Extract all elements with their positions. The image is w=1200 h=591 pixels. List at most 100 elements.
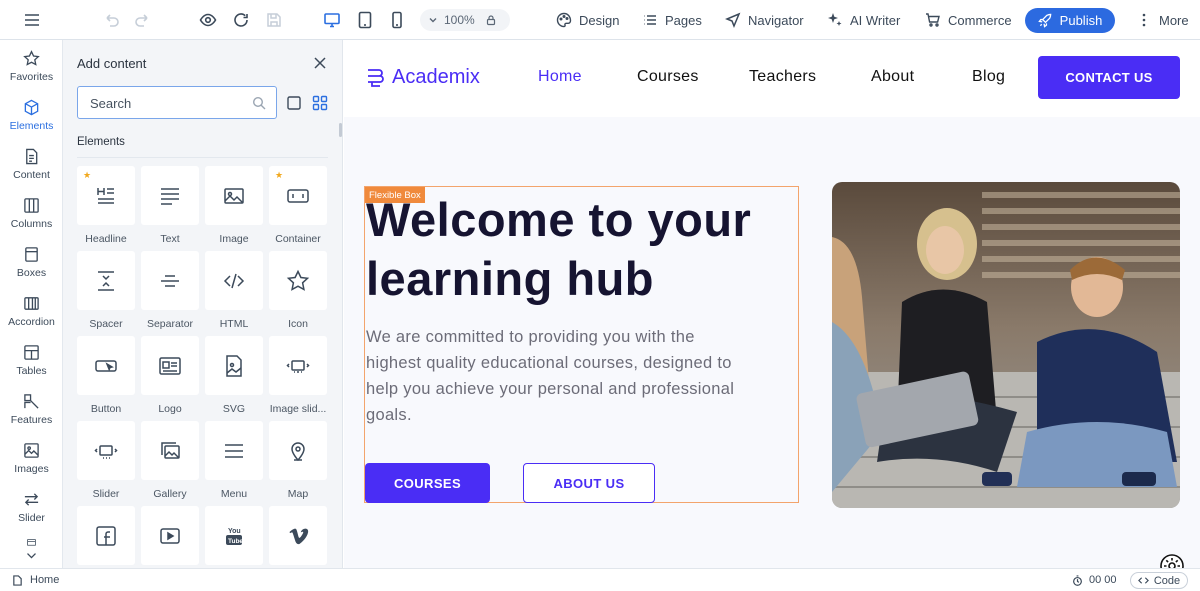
element-tile-slider[interactable]: Slider bbox=[77, 421, 135, 500]
element-tile-html[interactable]: HTML bbox=[205, 251, 263, 330]
editor-canvas[interactable]: Academix Home Courses Teachers About Blo… bbox=[344, 40, 1200, 568]
tile-label: Text bbox=[160, 233, 180, 245]
hero-title[interactable]: Welcome to your learning hub bbox=[366, 190, 796, 308]
search-box bbox=[77, 86, 277, 119]
save-icon[interactable] bbox=[263, 0, 285, 40]
element-tile-logo[interactable]: Logo bbox=[141, 336, 199, 415]
features-icon bbox=[24, 394, 39, 409]
more-menu[interactable]: More bbox=[1136, 0, 1189, 40]
video-icon bbox=[160, 527, 180, 544]
hero-text[interactable]: We are committed to providing you with t… bbox=[366, 324, 736, 428]
nav-about[interactable]: About bbox=[871, 68, 914, 86]
rail-item-tables[interactable]: Tables bbox=[0, 336, 63, 385]
element-tile-text[interactable]: Text bbox=[141, 166, 199, 245]
tile-label: Separator bbox=[146, 318, 194, 330]
preview-eye-icon[interactable] bbox=[197, 0, 219, 40]
rail-item-columns[interactable]: Columns bbox=[0, 189, 63, 238]
element-tile-youtube[interactable]: You Tube bbox=[205, 506, 263, 565]
svg-text:You: You bbox=[228, 528, 241, 535]
tile-box bbox=[141, 506, 199, 565]
redo-icon[interactable] bbox=[132, 0, 154, 40]
cube-icon bbox=[24, 99, 39, 116]
element-tile-container[interactable]: ★ Container bbox=[269, 166, 327, 245]
element-tile-facebook[interactable] bbox=[77, 506, 135, 565]
element-tile-image[interactable]: Image bbox=[205, 166, 263, 245]
commerce-menu[interactable]: Commerce bbox=[925, 0, 1012, 40]
tile-box bbox=[205, 251, 263, 310]
container-partial-icon bbox=[27, 539, 36, 546]
lock-icon[interactable] bbox=[485, 14, 497, 26]
element-tile-button[interactable]: Button bbox=[77, 336, 135, 415]
rail-item-boxes[interactable]: Boxes bbox=[0, 238, 63, 287]
site-logo[interactable]: Academix bbox=[366, 66, 480, 89]
element-tile-svg[interactable]: SVG bbox=[205, 336, 263, 415]
nav-home[interactable]: Home bbox=[538, 68, 582, 86]
code-icon bbox=[223, 273, 245, 288]
breadcrumb[interactable]: Home bbox=[12, 574, 59, 586]
element-tile-gallery[interactable]: Gallery bbox=[141, 421, 199, 500]
element-tile-vimeo[interactable] bbox=[269, 506, 327, 565]
rail-item-accordion[interactable]: Accordion bbox=[0, 287, 63, 336]
rail-item-features[interactable]: Features bbox=[0, 385, 63, 434]
tile-label: Map bbox=[287, 488, 309, 500]
close-icon[interactable] bbox=[313, 56, 327, 70]
nav-courses[interactable]: Courses bbox=[637, 68, 699, 86]
element-tile-map[interactable]: Map bbox=[269, 421, 327, 500]
nav-teachers[interactable]: Teachers bbox=[749, 68, 816, 86]
palette-icon bbox=[556, 12, 572, 28]
element-tile-icon[interactable]: Icon bbox=[269, 251, 327, 330]
tile-label: HTML bbox=[219, 318, 249, 330]
courses-button[interactable]: COURSES bbox=[365, 463, 490, 503]
nav-blog[interactable]: Blog bbox=[972, 68, 1005, 86]
divider bbox=[77, 157, 328, 158]
undo-icon[interactable] bbox=[100, 0, 122, 40]
logo-icon bbox=[159, 356, 181, 375]
rail-item-slider[interactable]: Slider bbox=[0, 483, 63, 532]
code-button[interactable]: Code bbox=[1130, 572, 1188, 589]
element-tile-spacer[interactable]: Spacer bbox=[77, 251, 135, 330]
rail-scroll-down[interactable] bbox=[0, 532, 63, 568]
refresh-icon[interactable] bbox=[230, 0, 252, 40]
ai-writer-label: AI Writer bbox=[850, 12, 901, 28]
rail-item-favorites[interactable]: Favorites bbox=[0, 42, 63, 91]
gear-icon[interactable] bbox=[1160, 554, 1184, 568]
rocket-icon bbox=[1037, 13, 1051, 28]
element-tile-menu[interactable]: Menu bbox=[205, 421, 263, 500]
ai-writer-menu[interactable]: AI Writer bbox=[827, 0, 900, 40]
separator-icon bbox=[161, 274, 179, 287]
tile-box bbox=[269, 251, 327, 310]
navigator-menu[interactable]: Navigator bbox=[725, 0, 804, 40]
hamburger-menu-icon[interactable] bbox=[20, 0, 44, 40]
text-icon bbox=[161, 187, 179, 205]
rail-item-elements[interactable]: Elements bbox=[0, 91, 63, 140]
navigation-arrow-icon bbox=[725, 12, 741, 28]
mobile-view-icon[interactable] bbox=[386, 0, 408, 40]
add-content-panel: Add content Elements ★ Headline Text Ima… bbox=[63, 40, 343, 568]
rail-item-content[interactable]: Content bbox=[0, 140, 63, 189]
publish-button[interactable]: Publish bbox=[1025, 8, 1115, 33]
grid-view-icon[interactable] bbox=[312, 95, 328, 111]
publish-label: Publish bbox=[1059, 13, 1103, 28]
navigator-label: Navigator bbox=[748, 12, 804, 28]
youtube-icon: You Tube bbox=[226, 528, 243, 545]
element-tile-headline[interactable]: ★ Headline bbox=[77, 166, 135, 245]
about-us-button[interactable]: ABOUT US bbox=[523, 463, 655, 503]
element-tile-video[interactable] bbox=[141, 506, 199, 565]
search-input[interactable] bbox=[90, 95, 240, 111]
hero-image[interactable] bbox=[832, 182, 1180, 508]
element-tile-image-slider[interactable]: Image slid... bbox=[269, 336, 327, 415]
zoom-control[interactable]: 100% bbox=[420, 9, 510, 31]
contact-us-button[interactable]: CONTACT US bbox=[1038, 56, 1180, 99]
design-menu[interactable]: Design bbox=[556, 0, 619, 40]
vimeo-icon bbox=[289, 528, 309, 544]
desktop-view-icon[interactable] bbox=[320, 0, 344, 40]
image-icon bbox=[224, 187, 244, 204]
list-view-icon[interactable] bbox=[286, 95, 302, 111]
spacer-icon bbox=[98, 270, 114, 291]
element-tile-separator[interactable]: Separator bbox=[141, 251, 199, 330]
pages-menu[interactable]: Pages bbox=[642, 0, 702, 40]
panel-scrollbar[interactable] bbox=[339, 123, 342, 137]
rail-item-images[interactable]: Images bbox=[0, 434, 63, 483]
tablet-view-icon[interactable] bbox=[354, 0, 376, 40]
students-photo bbox=[832, 182, 1180, 508]
